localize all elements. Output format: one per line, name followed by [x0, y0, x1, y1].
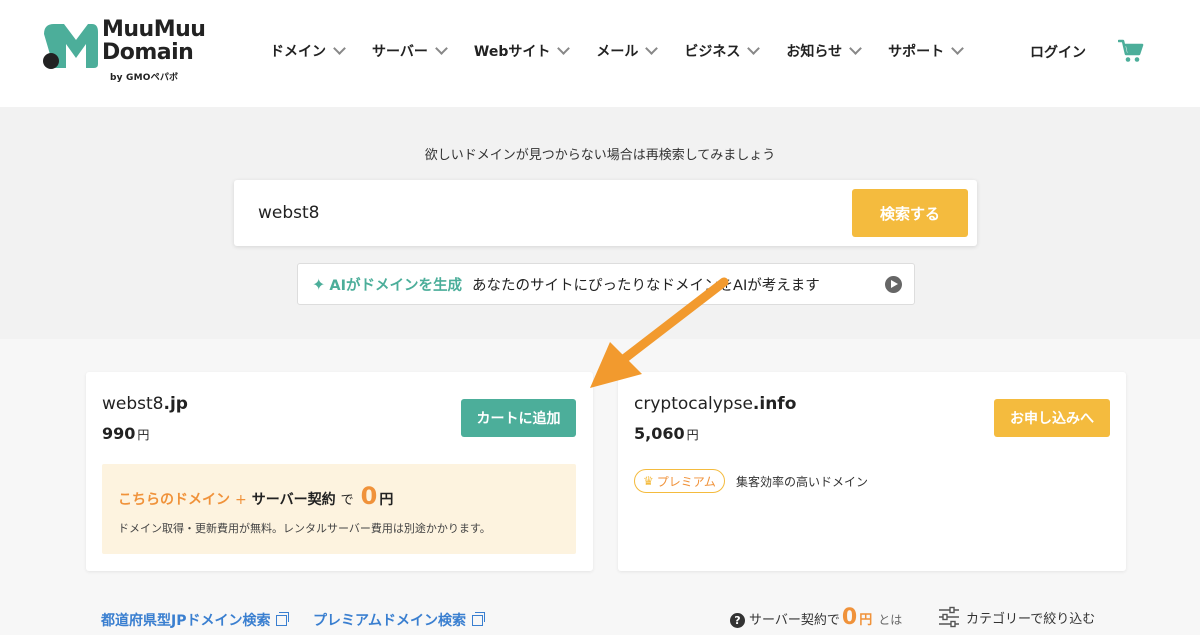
promo-note: ドメイン取得・更新費用が無料。レンタルサーバー費用は別途かかります。 — [118, 522, 491, 535]
logo-line1: MuuMuu — [102, 17, 206, 42]
server-zero-yen-info[interactable]: ? サーバー契約で 0 円 とは — [730, 605, 902, 630]
server-zero-value: 0 — [841, 605, 858, 630]
muumuu-domain-logo[interactable]: MuuMuu Domain by GMOペパボ — [42, 18, 217, 86]
category-filter-button[interactable]: カテゴリーで絞り込む — [938, 606, 1095, 628]
nav-label: メール — [596, 44, 639, 60]
play-circle-icon — [885, 276, 902, 293]
nav-label: サポート — [888, 44, 945, 60]
domain-sld: webst8 — [102, 394, 164, 414]
chevron-down-icon — [435, 42, 448, 55]
external-window-icon — [472, 611, 486, 626]
nav-news[interactable]: お知らせ — [786, 41, 862, 61]
chevron-down-icon — [645, 42, 659, 55]
main-nav: ドメイン サーバー Webサイト メール ビジネス お知らせ サポート — [258, 38, 964, 64]
nav-support[interactable]: サポート — [888, 41, 964, 61]
price-unit: 円 — [686, 428, 699, 442]
ai-domain-generator-banner[interactable]: ✦ AIがドメインを生成 あなたのサイトにぴったりなドメインをAIが考えます — [297, 263, 915, 305]
price-value: 990 — [102, 424, 136, 443]
premium-badge-label: プレミアム — [656, 474, 716, 489]
nav-label: ビジネス — [684, 44, 741, 60]
chevron-down-icon — [557, 42, 571, 55]
link-label: 都道府県型JPドメイン検索 — [101, 613, 271, 629]
price-unit: 円 — [137, 428, 150, 442]
server-bundle-promo: こちらのドメイン + サーバー契約 で 0 円 ドメイン取得・更新費用が無料。レ… — [102, 464, 576, 554]
search-hint: 欲しいドメインが見つからない場合は再検索してみましょう — [424, 148, 776, 163]
nav-website[interactable]: Webサイト — [473, 41, 571, 61]
promo-plus: + — [235, 492, 247, 508]
domain-name: webst8.jp — [102, 394, 188, 414]
server-zero-text: サーバー契約で — [749, 613, 840, 628]
premium-badge: ♛ プレミアム — [634, 469, 725, 493]
nav-label: お知らせ — [786, 44, 843, 60]
premium-description: 集客効率の高いドメイン — [736, 475, 869, 489]
ai-banner-description: あなたのサイトにぴったりなドメインをAIが考えます — [472, 277, 820, 294]
domain-price: 5,060 円 — [634, 424, 699, 443]
nav-domain[interactable]: ドメイン — [270, 41, 346, 61]
search-button[interactable]: 検索する — [852, 189, 968, 237]
domain-result-card: cryptocalypse.info 5,060 円 お申し込みへ ♛ プレミアム… — [618, 372, 1126, 571]
logo-line2: Domain — [102, 40, 194, 65]
crown-icon: ♛ — [643, 474, 654, 488]
nav-server[interactable]: サーバー — [372, 41, 448, 61]
logo-wordmark: MuuMuu Domain — [102, 17, 206, 65]
promo-zero: 0 — [360, 482, 378, 510]
sparkle-icon: ✦ — [312, 274, 326, 294]
nav-label: Webサイト — [473, 44, 551, 60]
premium-domain-search-link[interactable]: プレミアムドメイン検索 — [313, 610, 486, 630]
login-link[interactable]: ログイン — [1030, 42, 1086, 62]
promo-yen: 円 — [379, 492, 394, 508]
link-label: プレミアムドメイン検索 — [313, 613, 467, 629]
site-header: MuuMuu Domain by GMOペパボ ドメイン サーバー Webサイト… — [0, 0, 1200, 107]
logo-by-text: by GMOペパボ — [110, 73, 179, 83]
domain-tld: .info — [752, 394, 797, 414]
nav-mail[interactable]: メール — [596, 41, 659, 61]
server-zero-yen: 円 — [859, 613, 873, 628]
external-window-icon — [276, 611, 290, 626]
category-filter-label: カテゴリーで絞り込む — [966, 611, 1096, 627]
chevron-down-icon — [951, 42, 964, 55]
promo-server-text: サーバー契約 — [251, 492, 336, 508]
logo-mark-icon — [43, 24, 98, 69]
cart-icon[interactable] — [1118, 38, 1144, 64]
chevron-down-icon — [333, 42, 346, 55]
domain-sld: cryptocalypse — [634, 394, 753, 414]
search-box: 検索する — [234, 180, 977, 246]
ai-banner-title: AIがドメインを生成 — [329, 277, 463, 294]
domain-name: cryptocalypse.info — [634, 394, 796, 414]
domain-tld: .jp — [163, 394, 188, 414]
price-value: 5,060 — [634, 424, 685, 443]
add-to-cart-button[interactable]: カートに追加 — [461, 399, 576, 437]
search-section: 欲しいドメインが見つからない場合は再検索してみましょう 検索する ✦ AIがドメ… — [0, 107, 1200, 339]
server-zero-toha: とは — [878, 613, 903, 627]
nav-label: サーバー — [372, 44, 428, 60]
apply-button[interactable]: お申し込みへ — [994, 399, 1110, 437]
sliders-icon — [939, 606, 959, 628]
prefecture-jp-search-link[interactable]: 都道府県型JPドメイン検索 — [101, 610, 290, 630]
chevron-down-icon — [849, 42, 862, 55]
nav-business[interactable]: ビジネス — [684, 41, 761, 61]
promo-domain-text: こちらのドメイン — [118, 492, 230, 508]
results-section: webst8.jp 990 円 カートに追加 こちらのドメイン + サーバー契約 … — [0, 339, 1200, 635]
question-icon: ? — [730, 613, 745, 628]
nav-label: ドメイン — [270, 44, 326, 60]
chevron-down-icon — [747, 42, 761, 55]
domain-price: 990 円 — [102, 424, 149, 443]
domain-result-card: webst8.jp 990 円 カートに追加 こちらのドメイン + サーバー契約 … — [86, 372, 593, 571]
promo-de: で — [340, 493, 354, 508]
domain-search-input[interactable] — [258, 194, 838, 232]
promo-headline: こちらのドメイン + サーバー契約 で 0 円 — [118, 482, 393, 510]
